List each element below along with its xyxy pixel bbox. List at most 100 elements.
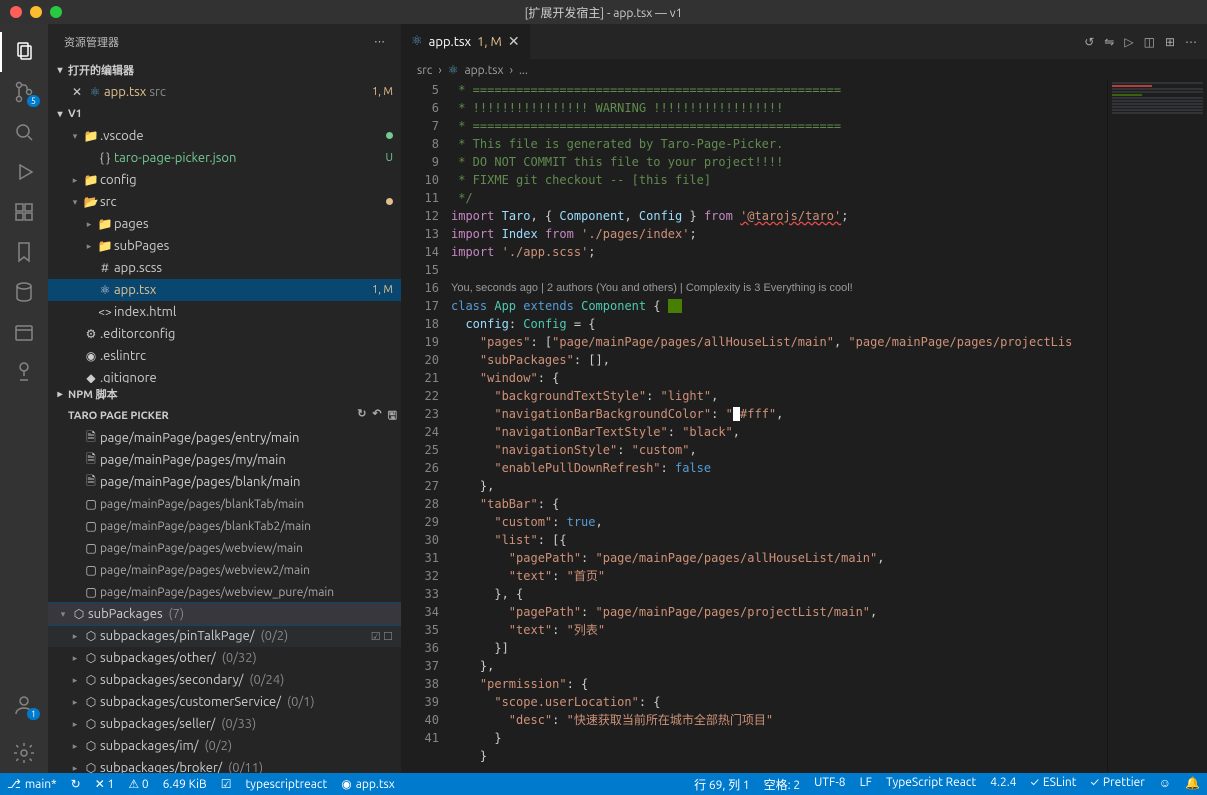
minimap[interactable]: [1107, 81, 1207, 773]
git-icon: ◆: [82, 371, 100, 383]
file-tree-item[interactable]: ⚙.editorconfig: [48, 323, 401, 345]
file-icon: ▢: [82, 585, 100, 599]
breadcrumb[interactable]: src › ⚛ app.tsx › ...: [401, 59, 1207, 81]
close-window[interactable]: [10, 6, 22, 18]
warnings[interactable]: ⚠ 0: [121, 773, 155, 795]
file-icon: ▢: [82, 497, 100, 511]
picker-page-item[interactable]: ▢page/mainPage/pages/blankTab2/main: [48, 515, 401, 537]
activity-bar: 5 1: [0, 24, 48, 773]
check-all-icon[interactable]: ☑: [371, 631, 381, 643]
folder-icon: 📁: [82, 129, 100, 143]
history-icon[interactable]: ↺: [1084, 35, 1094, 49]
cursor-pos[interactable]: 行 69, 列 1: [687, 776, 757, 793]
scm-icon[interactable]: 5: [0, 72, 48, 112]
file-tree-item[interactable]: <>index.html: [48, 301, 401, 323]
errors[interactable]: ✕ 1: [88, 773, 122, 795]
package-icon: ⬡: [70, 607, 88, 621]
split-icon[interactable]: ◫: [1144, 35, 1155, 49]
picker-page-item[interactable]: ▢page/mainPage/pages/webview2/main: [48, 559, 401, 581]
branch-icon: ⎇: [7, 777, 21, 791]
file-tree-item[interactable]: ⚛app.tsx1, M: [48, 279, 401, 301]
extensions-icon[interactable]: [0, 192, 48, 232]
todo-icon[interactable]: ☑: [214, 773, 239, 795]
refresh-icon[interactable]: ↻: [357, 407, 366, 426]
folder-icon: 📁: [96, 239, 114, 253]
more-icon[interactable]: ⋯: [1185, 35, 1197, 49]
picker-page-item[interactable]: 🗎page/mainPage/pages/entry/main: [48, 427, 401, 449]
subpackage-item[interactable]: ▸⬡subpackages/secondary/ (0/24): [48, 669, 401, 691]
explorer-icon[interactable]: [0, 32, 48, 72]
lang-mode[interactable]: TypeScript React: [879, 776, 983, 789]
undo-icon[interactable]: ↶: [372, 407, 381, 426]
file-icon: ▢: [82, 563, 100, 577]
project-header[interactable]: ▾ V1: [48, 103, 401, 125]
search-icon[interactable]: [0, 112, 48, 152]
file-tree-item[interactable]: ◉.eslintrc: [48, 345, 401, 367]
git-branch[interactable]: ⎇main*: [0, 773, 64, 795]
prettier-status[interactable]: ✓ Prettier: [1084, 776, 1152, 789]
bookmark-icon[interactable]: [0, 232, 48, 272]
ts-version[interactable]: 4.2.4: [983, 776, 1023, 789]
subpackage-item[interactable]: ▸⬡subpackages/customerService/ (0/1): [48, 691, 401, 713]
subpackage-item[interactable]: ▸⬡subpackages/other/ (0/32): [48, 647, 401, 669]
window-title: [扩展开发宿主] - app.tsx — v1: [525, 4, 683, 21]
file-tree-item[interactable]: ▸📁subPages: [48, 235, 401, 257]
file-icon: 🗎: [82, 450, 100, 471]
subpackage-item[interactable]: ▸⬡subpackages/broker/ (0/11): [48, 757, 401, 773]
file-tree-item[interactable]: ◆.gitignore: [48, 367, 401, 383]
account-icon[interactable]: 1: [0, 685, 48, 725]
eol[interactable]: LF: [853, 776, 879, 789]
subpackages-header[interactable]: ▾⬡subPackages (7): [48, 603, 401, 625]
picker-page-item[interactable]: ▢page/mainPage/pages/webview/main: [48, 537, 401, 559]
subpackage-item[interactable]: ▸⬡subpackages/im/ (0/2): [48, 735, 401, 757]
chevron-down-icon: ▾: [52, 64, 68, 76]
eslint-status[interactable]: ✓ ESLint: [1023, 776, 1083, 789]
minimize-window[interactable]: [30, 6, 42, 18]
sync-button[interactable]: ↻: [64, 773, 88, 795]
feedback-icon[interactable]: ☺: [1152, 776, 1178, 790]
indent[interactable]: 空格: 2: [757, 776, 807, 793]
html-icon: <>: [96, 306, 114, 319]
picker-page-item[interactable]: ▢page/mainPage/pages/blankTab/main: [48, 493, 401, 515]
file-tree-item[interactable]: ▸📁pages: [48, 213, 401, 235]
gear-icon[interactable]: [0, 733, 48, 773]
npm-header[interactable]: ▸ NPM 脚本: [48, 383, 401, 405]
close-tab-icon[interactable]: ✕: [508, 33, 520, 50]
run-icon[interactable]: ▷: [1124, 35, 1133, 49]
layout-icon[interactable]: ⊞: [1165, 35, 1175, 49]
tree-icon[interactable]: [0, 352, 48, 392]
tab-app-tsx[interactable]: ⚛ app.tsx 1, M ✕: [401, 24, 531, 59]
project-icon[interactable]: [0, 312, 48, 352]
subpackage-item[interactable]: ▸⬡subpackages/seller/ (0/33): [48, 713, 401, 735]
more-icon[interactable]: ⋯: [374, 35, 385, 48]
open-editors-header[interactable]: ▾ 打开的编辑器: [48, 59, 401, 81]
save-icon[interactable]: 🖫: [388, 407, 397, 426]
lang-mode-2[interactable]: typescriptreact: [238, 773, 334, 795]
zoom-window[interactable]: [50, 6, 62, 18]
file-tree-item[interactable]: ▾📁.vscode: [48, 125, 401, 147]
close-icon[interactable]: ✕: [68, 85, 86, 99]
file-tree-item[interactable]: #app.scss: [48, 257, 401, 279]
picker-page-item[interactable]: 🗎page/mainPage/pages/my/main: [48, 449, 401, 471]
file-tree-item[interactable]: { }taro-page-picker.jsonU: [48, 147, 401, 169]
diff-icon[interactable]: ⇋: [1104, 35, 1114, 49]
open-editor-item[interactable]: ✕ ⚛ app.tsx src 1, M: [48, 81, 401, 103]
database-icon[interactable]: [0, 272, 48, 312]
picker-page-item[interactable]: ▢page/mainPage/pages/webview_pure/main: [48, 581, 401, 603]
folder-icon: 📁: [82, 173, 100, 187]
status-bar: ⎇main* ↻ ✕ 1 ⚠ 0 6.49 KiB ☑ typescriptre…: [0, 773, 1207, 795]
bell-icon[interactable]: 🔔: [1178, 776, 1207, 790]
taro-picker-header[interactable]: TARO PAGE PICKER ↻ ↶ 🖫: [48, 405, 401, 427]
file-indicator[interactable]: ◉ app.tsx: [334, 773, 402, 795]
encoding[interactable]: UTF-8: [807, 776, 852, 789]
line-gutter[interactable]: 5678910111213141516171819202122232425262…: [401, 81, 451, 773]
file-tree-item[interactable]: ▾📂src: [48, 191, 401, 213]
code-content[interactable]: * ======================================…: [451, 81, 1207, 773]
uncheck-all-icon[interactable]: ☐: [383, 631, 393, 643]
picker-page-item[interactable]: 🗎page/mainPage/pages/blank/main: [48, 471, 401, 493]
react-icon: ⚛: [86, 85, 104, 99]
subpackage-item[interactable]: ▸⬡subpackages/pinTalkPage/ (0/2)☑ ☐: [48, 625, 401, 647]
file-tree-item[interactable]: ▸📁config: [48, 169, 401, 191]
debug-icon[interactable]: [0, 152, 48, 192]
account-badge: 1: [27, 708, 40, 720]
